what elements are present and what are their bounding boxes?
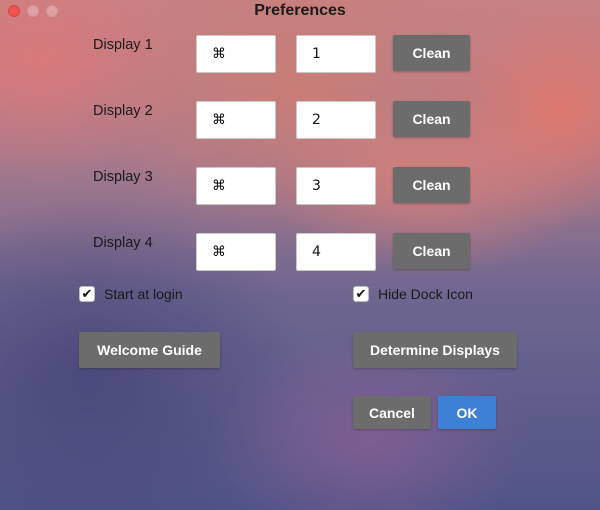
display-2-modifier-field[interactable]: ⌘ [196,101,276,139]
display-3-label: Display 3 [93,169,153,185]
display-2-label: Display 2 [93,103,153,119]
ok-button[interactable]: OK [438,396,496,429]
display-3-clean-button[interactable]: Clean [393,167,470,203]
display-4-label: Display 4 [93,235,153,251]
start-at-login-option[interactable]: ✔ Start at login [79,286,183,302]
display-4-clean-button[interactable]: Clean [393,233,470,269]
display-4-key-field[interactable]: 4 [296,233,376,271]
display-1-modifier-field[interactable]: ⌘ [196,35,276,73]
display-3-key-field[interactable]: 3 [296,167,376,205]
display-2-key-field[interactable]: 2 [296,101,376,139]
display-1-key-field[interactable]: 1 [296,35,376,73]
display-1-label: Display 1 [93,37,153,53]
display-2-clean-button[interactable]: Clean [393,101,470,137]
start-at-login-checkbox[interactable]: ✔ [79,286,95,302]
start-at-login-label: Start at login [104,286,183,302]
hide-dock-icon-option[interactable]: ✔ Hide Dock Icon [353,286,473,302]
hide-dock-icon-label: Hide Dock Icon [378,286,473,302]
display-1-clean-button[interactable]: Clean [393,35,470,71]
cancel-button[interactable]: Cancel [353,396,431,429]
window-title: Preferences [254,2,346,19]
display-4-modifier-field[interactable]: ⌘ [196,233,276,271]
display-3-modifier-field[interactable]: ⌘ [196,167,276,205]
determine-displays-button[interactable]: Determine Displays [353,332,517,368]
hide-dock-icon-checkbox[interactable]: ✔ [353,286,369,302]
welcome-guide-button[interactable]: Welcome Guide [79,332,220,368]
